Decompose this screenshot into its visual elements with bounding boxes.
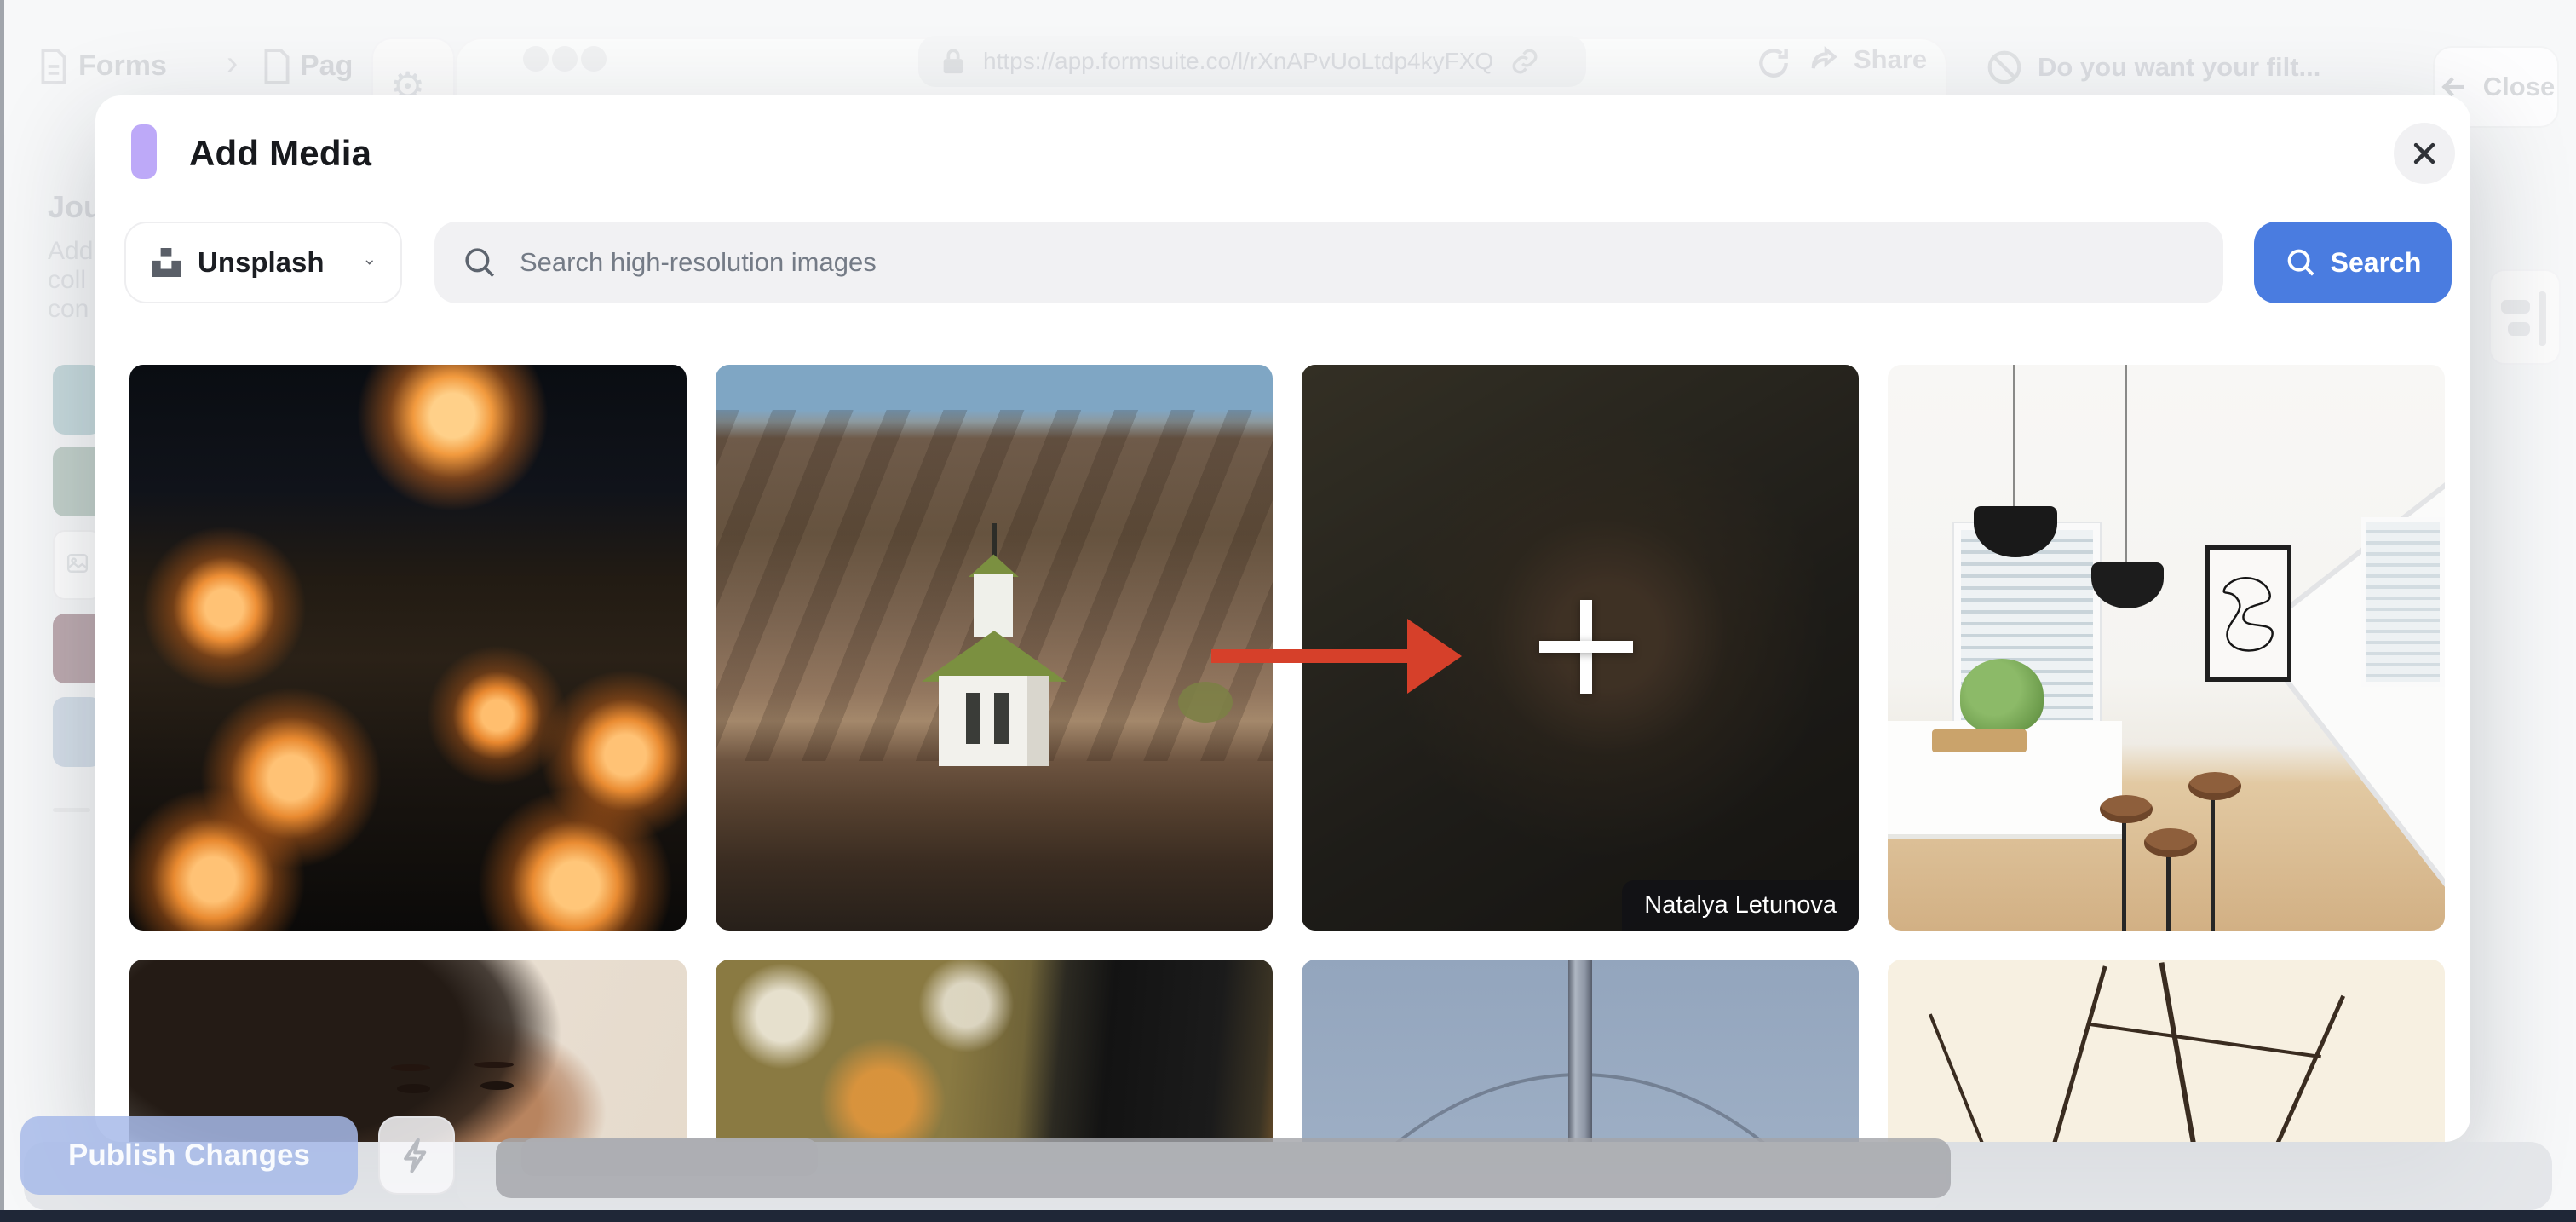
add-media-modal: Add Media Unsplash Search — [95, 95, 2470, 1142]
search-field[interactable] — [434, 222, 2223, 303]
decoration — [1568, 960, 1593, 1142]
annotation-arrow-shaft — [1211, 649, 1411, 663]
decoration — [2205, 545, 2291, 681]
decoration — [1929, 1013, 2029, 1142]
image-results-grid: Natalya Letunova — [129, 365, 2447, 1142]
decoration — [2007, 965, 2107, 1142]
decoration — [2211, 795, 2215, 931]
decoration — [1960, 659, 2044, 732]
source-selector[interactable]: Unsplash — [124, 222, 402, 303]
close-icon — [2410, 139, 2439, 168]
search-icon — [2285, 246, 2317, 279]
decoration — [2144, 828, 2197, 856]
title-accent-bar — [131, 124, 157, 179]
decoration — [2159, 962, 2234, 1142]
image-tile-sunset-car[interactable] — [1888, 960, 2445, 1142]
decoration — [992, 523, 996, 557]
decoration — [2188, 772, 2241, 800]
decoration — [2100, 795, 2153, 823]
decoration — [1932, 729, 2027, 752]
decoration — [974, 574, 1013, 637]
decoration — [2125, 365, 2127, 568]
search-button[interactable]: Search — [2254, 222, 2452, 303]
image-tile-autumn-figure[interactable] — [716, 960, 1273, 1142]
image-tile-pumpkins[interactable] — [129, 365, 687, 931]
decoration — [2013, 365, 2015, 512]
decoration — [391, 1064, 430, 1071]
screen-bottom-edge — [0, 1210, 2576, 1222]
image-tile-tunnel[interactable] — [1302, 960, 1859, 1142]
decoration — [966, 693, 980, 744]
decoration — [2122, 817, 2126, 931]
decoration — [1178, 682, 1233, 723]
lightning-icon — [398, 1137, 435, 1174]
chevron-down-icon — [364, 250, 375, 275]
decoration — [2361, 517, 2445, 687]
image-tile-kitchen[interactable] — [1888, 365, 2445, 931]
search-input[interactable] — [518, 246, 2196, 279]
publish-changes-button[interactable]: Publish Changes — [20, 1116, 358, 1195]
decoration — [480, 1081, 514, 1091]
decoration — [994, 693, 1009, 744]
plus-cursor-icon — [1539, 641, 1633, 653]
modal-close-button[interactable] — [2394, 123, 2455, 184]
annotation-arrow-head — [1407, 619, 1462, 694]
decoration — [2091, 562, 2164, 608]
horizontal-scrollbar[interactable] — [496, 1138, 1951, 1198]
search-button-label: Search — [2331, 247, 2422, 279]
quick-actions-button[interactable] — [378, 1116, 455, 1195]
image-tile-desert-chapel[interactable] — [716, 365, 1273, 931]
screen-left-edge — [0, 0, 4, 1222]
decoration — [2215, 994, 2345, 1142]
decoration — [2089, 1023, 2321, 1058]
screen: Forms › Pag ⚙ https://app.formsuite.co/l… — [0, 0, 2576, 1222]
modal-title: Add Media — [189, 133, 371, 174]
search-icon — [462, 245, 497, 280]
decoration — [2166, 851, 2171, 931]
image-tile-portrait[interactable] — [129, 960, 687, 1142]
decoration — [397, 1084, 430, 1093]
photo-attribution: Natalya Letunova — [1622, 880, 1859, 931]
decoration — [474, 1062, 514, 1069]
source-label: Unsplash — [198, 246, 325, 279]
unsplash-logo-icon — [152, 248, 181, 277]
